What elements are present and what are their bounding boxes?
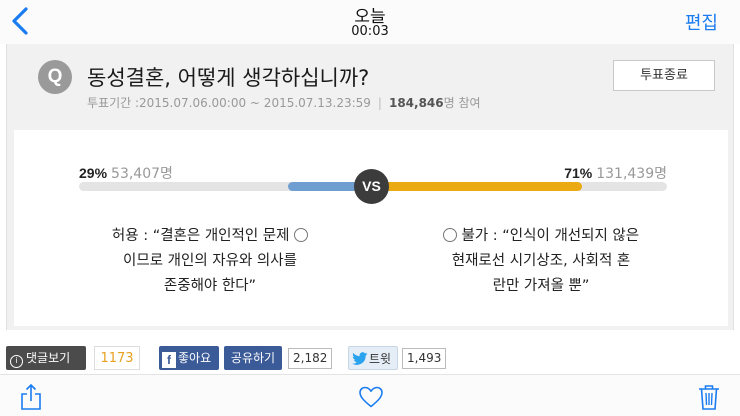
- facebook-share-button[interactable]: 공유하기: [224, 346, 282, 370]
- option-allow-line: 허용 : “결혼은 개인적인 문제: [80, 224, 340, 249]
- right-count: 131,439명: [596, 166, 667, 182]
- left-percent: 29%: [79, 165, 108, 181]
- option-allow-line: 존중해야 한다”: [163, 278, 257, 294]
- participant-count: 184,846: [388, 96, 444, 110]
- allow-radio[interactable]: [294, 228, 309, 242]
- poll-period: 투표기간 :2015.07.06.00:00 ~ 2015.07.13.23:5…: [87, 96, 371, 110]
- trash-icon[interactable]: [698, 383, 720, 411]
- participant-suffix: 명 참여: [443, 96, 481, 110]
- meta-separator: |: [377, 96, 382, 110]
- poll-question: 동성결혼, 어떻게 생각하십니까?: [87, 66, 370, 90]
- question-badge: Q: [38, 60, 72, 94]
- left-result: 29% 53,407명: [79, 163, 173, 183]
- nav-subtitle: 00:03: [351, 24, 389, 39]
- twitter-bird-icon: [352, 352, 368, 365]
- right-percent: 71%: [564, 165, 593, 181]
- comments-button[interactable]: i 댓글보기: [6, 346, 86, 370]
- left-count: 53,407명: [111, 166, 173, 182]
- facebook-like-button[interactable]: f 좋아요: [159, 346, 219, 370]
- nav-bar: 오늘 00:03 편집: [0, 0, 740, 44]
- option-disallow[interactable]: 불가 : “인식이 개선되지 않은 현재로선 시기상조, 사회적 혼 란만 가져…: [410, 224, 672, 299]
- heart-icon[interactable]: [358, 385, 384, 409]
- share-count: 2,182: [288, 348, 333, 369]
- vs-badge: VS: [354, 169, 389, 204]
- disallow-radio[interactable]: [442, 228, 457, 242]
- tweet-button[interactable]: 트윗: [348, 346, 398, 370]
- share-icon[interactable]: [20, 383, 42, 411]
- facebook-icon: f: [162, 352, 176, 368]
- social-bar: i 댓글보기 1173 f 좋아요 공유하기 2,182 트윗 1,493: [0, 346, 740, 374]
- comments-count: 1173: [94, 346, 140, 370]
- right-result-bar: [373, 182, 582, 191]
- option-disallow-line: 불가 : “인식이 개선되지 않은: [410, 224, 672, 249]
- option-disallow-line: 란만 가져올 뿐”: [492, 278, 590, 294]
- option-allow[interactable]: 허용 : “결혼은 개인적인 문제 이므로 개인의 자유와 의사를 존중해야 한…: [80, 224, 340, 299]
- bottom-toolbar: [0, 374, 740, 416]
- option-disallow-line: 현재로선 시기상조, 사회적 혼: [451, 253, 631, 269]
- poll-meta: 투표기간 :2015.07.06.00:00 ~ 2015.07.13.23:5…: [87, 94, 481, 111]
- option-allow-line: 이므로 개인의 자유와 의사를: [123, 253, 297, 269]
- edit-button[interactable]: 편집: [685, 9, 718, 35]
- tweet-count: 1,493: [402, 348, 447, 369]
- info-icon: i: [10, 355, 23, 368]
- end-vote-button[interactable]: 투표종료: [613, 60, 715, 91]
- right-result: 71% 131,439명: [564, 163, 667, 183]
